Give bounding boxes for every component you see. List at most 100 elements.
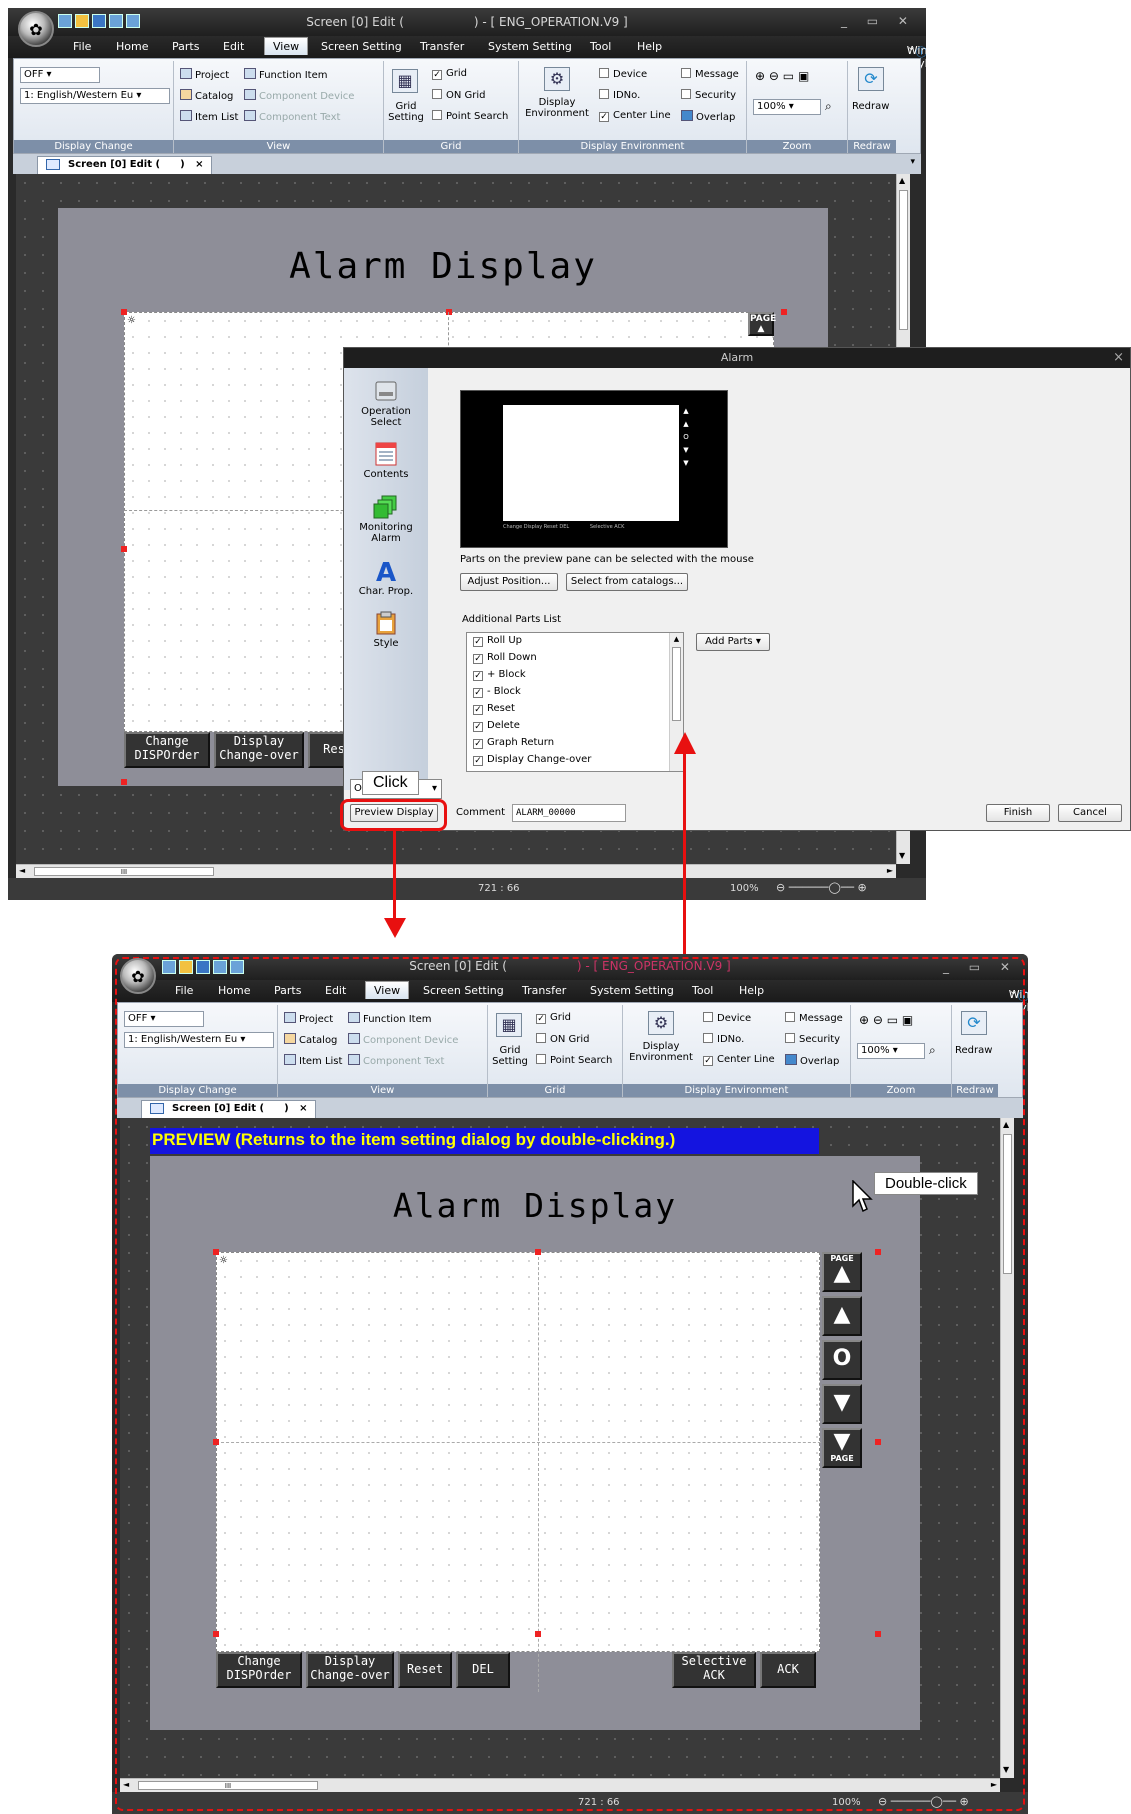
mini-bottom-buttons[interactable]: Change Display Reset DEL Selective ACK xyxy=(503,524,691,534)
zoom-select[interactable]: 100% ▾ xyxy=(753,99,821,115)
add-parts-button[interactable]: Add Parts ▾ xyxy=(696,633,770,651)
zoom-out-icon[interactable]: ⊖ xyxy=(769,69,779,83)
scroll-down-icon[interactable]: ▼ xyxy=(899,851,905,860)
item-list-toggle[interactable]: Item List xyxy=(180,110,238,123)
center-line-checkbox[interactable]: ✓ Center Line xyxy=(599,110,671,122)
zoom-search-icon[interactable]: ⌕ xyxy=(825,99,832,114)
menu-file[interactable]: File xyxy=(73,40,91,53)
app-menu-orb-icon-preview[interactable]: ✿ xyxy=(120,958,156,994)
language-select[interactable]: 1: English/Western Eu ▾ xyxy=(20,88,170,104)
page-up-button[interactable]: PAGE ▲ xyxy=(748,312,776,336)
sidebar-item-operation-select[interactable]: Operation Select xyxy=(344,378,428,428)
window-style-menu[interactable]: Window Style ⌄ ⓘ xyxy=(907,40,926,70)
list-item-minus-block[interactable]: ✓ - Block xyxy=(473,686,521,698)
list-scroll-thumb[interactable] xyxy=(672,647,681,721)
handle-ml[interactable] xyxy=(121,546,127,552)
tab-list-arrow-icon[interactable]: ▾ xyxy=(910,157,915,167)
status-coords: 721 : 66 xyxy=(478,883,520,894)
zoom-fit-icon[interactable]: ▣ xyxy=(798,69,809,83)
change-dispo-button[interactable]: Change DISPOrder xyxy=(124,732,210,768)
scroll-up-icon[interactable]: ▲ xyxy=(899,176,905,185)
list-item-reset[interactable]: ✓ Reset xyxy=(473,703,515,715)
catalog-toggle[interactable]: Catalog xyxy=(180,89,233,102)
menu-home[interactable]: Home xyxy=(116,40,148,53)
grid-checkbox[interactable]: ✓ Grid xyxy=(432,68,467,80)
save-icon[interactable] xyxy=(92,14,106,28)
list-item-display-change-over[interactable]: ✓ Display Change-over xyxy=(473,754,591,766)
zoom-slider[interactable]: ⊖ ──────◯── ⊕ xyxy=(776,881,906,894)
select-from-catalogs-button[interactable]: Select from catalogs... xyxy=(566,573,688,591)
horizontal-scrollbar[interactable]: ◄ III ► xyxy=(16,864,896,878)
finish-button[interactable]: Finish xyxy=(986,804,1050,822)
list-item-graph-return[interactable]: ✓ Graph Return xyxy=(473,737,554,749)
scroll-right-icon[interactable]: ► xyxy=(887,866,893,875)
comment-field[interactable]: ALARM_00000 xyxy=(512,804,626,822)
project-toggle[interactable]: Project xyxy=(180,68,229,81)
menu-view[interactable]: View xyxy=(264,37,309,55)
on-grid-checkbox[interactable]: ON Grid xyxy=(432,89,486,101)
mini-scroll-buttons[interactable]: ▲ ▲ O ▼ ▼ xyxy=(681,405,691,521)
component-text-toggle[interactable]: Component Text xyxy=(244,110,340,123)
new-icon[interactable] xyxy=(58,14,72,28)
menu-tool[interactable]: Tool xyxy=(590,40,611,53)
menu-parts[interactable]: Parts xyxy=(172,40,199,53)
point-search-checkbox[interactable]: Point Search xyxy=(432,110,508,122)
display-environment-icon[interactable]: ⚙ xyxy=(544,67,570,91)
arrow-down-shaft xyxy=(393,831,396,921)
menu-edit[interactable]: Edit xyxy=(223,40,244,53)
sidebar-item-monitoring-alarm[interactable]: Monitoring Alarm xyxy=(344,494,428,544)
list-item-plus-block[interactable]: ✓ + Block xyxy=(473,669,526,681)
list-item-delete[interactable]: ✓ Delete xyxy=(473,720,520,732)
display-off-select[interactable]: OFF ▾ xyxy=(20,67,100,83)
scroll-left-icon[interactable]: ◄ xyxy=(19,866,25,875)
handle-bl[interactable] xyxy=(121,779,127,785)
cancel-button[interactable]: Cancel xyxy=(1058,804,1122,822)
message-checkbox[interactable]: Message xyxy=(681,68,739,80)
list-item-roll-up[interactable]: ✓ Roll Up xyxy=(473,635,522,647)
undo-icon[interactable] xyxy=(109,14,123,28)
scroll-thumb-v[interactable] xyxy=(899,190,908,330)
zoom-icons[interactable]: ⊕ ⊖ ▭ ▣ xyxy=(755,69,809,83)
list-item-roll-down[interactable]: ✓ Roll Down xyxy=(473,652,537,664)
display-environment-button[interactable]: Display Environment xyxy=(523,97,591,119)
grid-setting-icon[interactable]: ▦ xyxy=(392,69,418,93)
handle-tr[interactable] xyxy=(781,309,787,315)
overlap-toggle[interactable]: Overlap xyxy=(681,110,735,123)
security-checkbox[interactable]: Security xyxy=(681,89,736,101)
redraw-icon[interactable]: ⟳ xyxy=(858,67,884,91)
handle-tl[interactable] xyxy=(121,309,127,315)
app-menu-orb-icon[interactable]: ✿ xyxy=(18,11,54,47)
idno-checkbox[interactable]: IDNo. xyxy=(599,89,640,101)
function-item-toggle[interactable]: Function Item xyxy=(244,68,327,81)
additional-parts-list[interactable]: ✓ Roll Up ✓ Roll Down ✓ + Block ✓ - Block ✓ R… xyxy=(466,632,684,772)
redraw-button[interactable]: Redraw xyxy=(852,101,889,112)
grid-check-icon[interactable]: ✓ xyxy=(432,70,442,80)
menu-transfer[interactable]: Transfer xyxy=(420,40,464,53)
preview-pane[interactable]: ▲ ▲ O ▼ ▼ Change Display Reset DEL Selective… xyxy=(460,390,728,548)
menu-screen-setting[interactable]: Screen Setting xyxy=(321,40,402,53)
tab-screen-edit[interactable]: Screen [0] Edit () × xyxy=(37,156,213,174)
zoom-100-icon[interactable]: ▭ xyxy=(783,69,794,83)
sidebar-item-contents[interactable]: Contents xyxy=(344,441,428,480)
grid-setting-button[interactable]: Grid Setting xyxy=(386,101,426,123)
component-device-toggle[interactable]: Component Device xyxy=(244,89,354,102)
tab-close-icon[interactable]: × xyxy=(195,159,203,170)
quick-access-toolbar[interactable] xyxy=(58,14,140,28)
adjust-position-button[interactable]: Adjust Position... xyxy=(460,573,558,591)
handle-tm[interactable] xyxy=(446,309,452,315)
scroll-thumb-h[interactable]: III xyxy=(34,867,214,876)
sidebar-item-char-prop[interactable]: A Char. Prop. xyxy=(344,558,428,597)
redo-icon[interactable] xyxy=(126,14,140,28)
device-checkbox[interactable]: Device xyxy=(599,68,647,80)
display-change-over-button[interactable]: Display Change-over xyxy=(214,732,304,768)
sidebar-item-style[interactable]: Style xyxy=(344,610,428,649)
menu-help[interactable]: Help xyxy=(637,40,662,53)
project-icon xyxy=(180,68,192,79)
window-controls[interactable]: _ ▭ ✕ xyxy=(841,14,916,28)
zoom-in-icon[interactable]: ⊕ xyxy=(755,69,765,83)
mini-alarm-area[interactable] xyxy=(503,405,679,521)
contents-icon xyxy=(375,442,397,466)
menu-system-setting[interactable]: System Setting xyxy=(488,40,572,53)
open-icon[interactable] xyxy=(75,14,89,28)
dialog-close-icon[interactable]: × xyxy=(1113,348,1124,368)
